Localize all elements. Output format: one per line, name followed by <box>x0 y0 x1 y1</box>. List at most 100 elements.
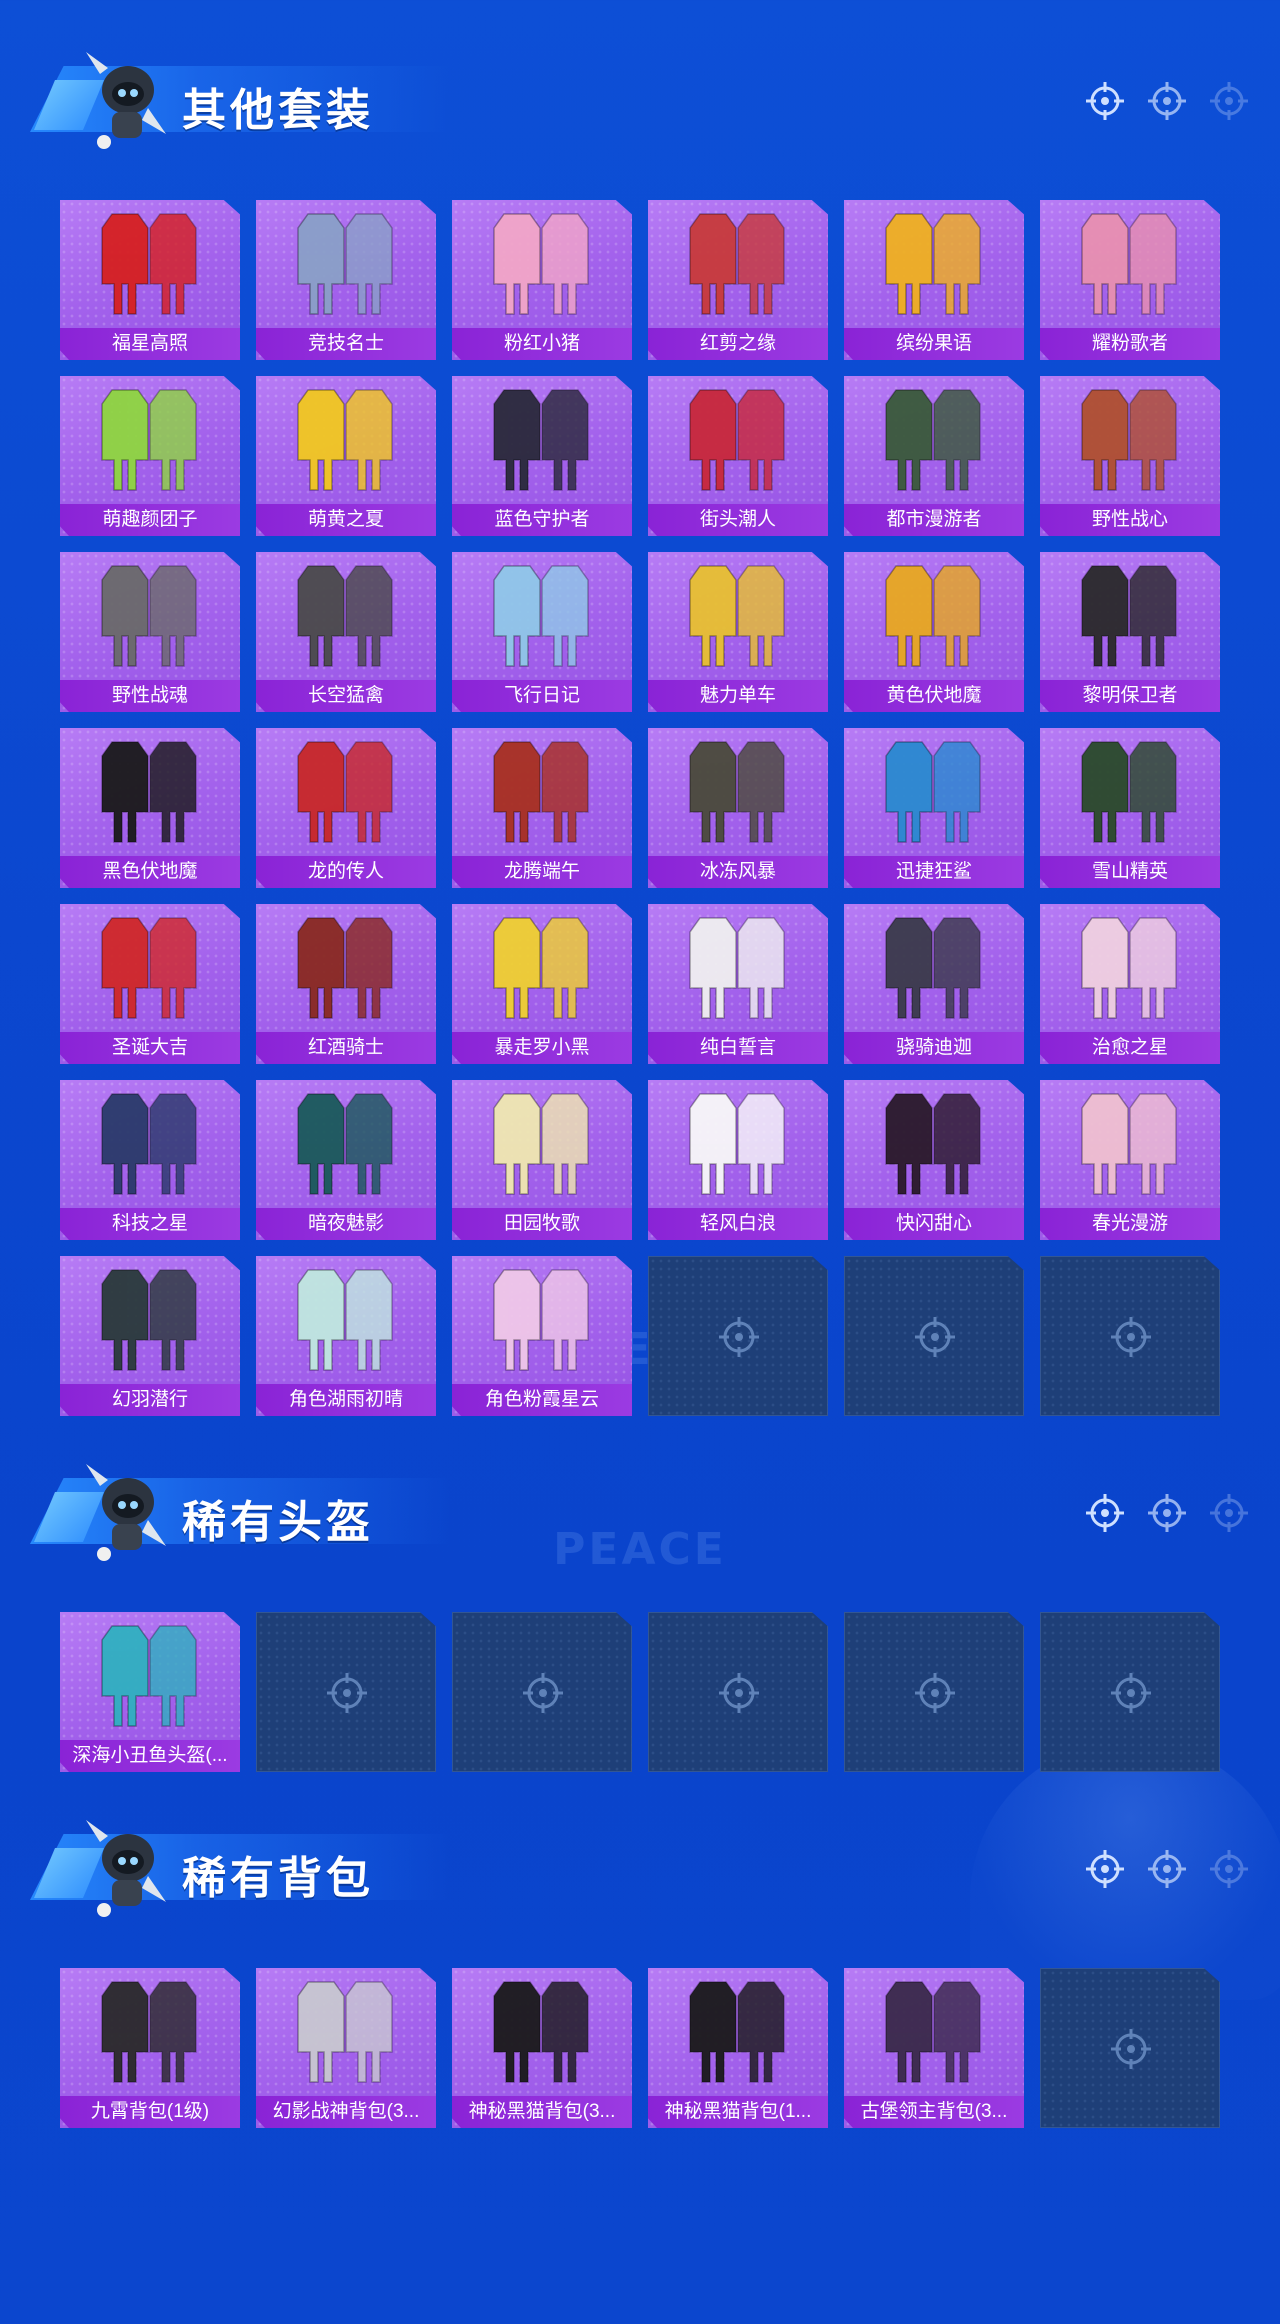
item-art-icon <box>493 1269 589 1371</box>
section-title: 其他套装 <box>182 85 374 136</box>
item-card[interactable]: 雪山精英 <box>1040 728 1220 888</box>
item-art-icon <box>297 565 393 667</box>
item-name-label: 神秘黑猫背包(1... <box>648 2096 828 2128</box>
item-card[interactable]: 缤纷果语 <box>844 200 1024 360</box>
item-card[interactable]: 黄色伏地魔 <box>844 552 1024 712</box>
item-card[interactable]: 九霄背包(1级) <box>60 1968 240 2128</box>
item-name-label: 神秘黑猫背包(3... <box>452 2096 632 2128</box>
item-name-label: 幻羽潜行 <box>60 1384 240 1416</box>
item-card[interactable]: 萌趣颜团子 <box>60 376 240 536</box>
item-art-icon <box>493 1093 589 1195</box>
item-name-label: 九霄背包(1级) <box>60 2096 240 2128</box>
item-card[interactable]: 幻羽潜行 <box>60 1256 240 1416</box>
empty-item-slot <box>1040 1256 1220 1416</box>
item-card[interactable]: 纯白誓言 <box>648 904 828 1064</box>
item-card[interactable]: 骁骑迪迦 <box>844 904 1024 1064</box>
item-name-label: 都市漫游者 <box>844 504 1024 536</box>
section-other-outfits: 其他套装 福星高照 竞技名士 粉红小猪 红剪之缘 缤纷果语 耀粉歌者萌趣颜团子 萌黄之夏 蓝色… <box>0 40 1280 1416</box>
item-card[interactable]: 街头潮人 <box>648 376 828 536</box>
item-card[interactable]: 古堡领主背包(3... <box>844 1968 1024 2128</box>
item-card[interactable]: 萌黄之夏 <box>256 376 436 536</box>
item-card[interactable]: 粉红小猪 <box>452 200 632 360</box>
item-name-label: 蓝色守护者 <box>452 504 632 536</box>
section-title: 稀有背包 <box>182 1853 374 1904</box>
item-card[interactable]: 暗夜魅影 <box>256 1080 436 1240</box>
item-card[interactable]: 角色粉霞星云 <box>452 1256 632 1416</box>
item-name-label: 迅捷狂鲨 <box>844 856 1024 888</box>
item-card[interactable]: 红剪之缘 <box>648 200 828 360</box>
section-header: 稀有背包 <box>0 1808 1280 1928</box>
item-art-icon <box>297 1269 393 1371</box>
item-card[interactable]: 都市漫游者 <box>844 376 1024 536</box>
item-card[interactable]: 神秘黑猫背包(3... <box>452 1968 632 2128</box>
item-name-label: 快闪甜心 <box>844 1208 1024 1240</box>
item-card[interactable]: 神秘黑猫背包(1... <box>648 1968 828 2128</box>
item-card[interactable]: 龙腾端午 <box>452 728 632 888</box>
item-name-label: 深海小丑鱼头盔(... <box>60 1740 240 1772</box>
item-art-icon <box>101 1625 197 1727</box>
item-grid: 九霄背包(1级) 幻影战神背包(3... 神秘黑猫背包(3... 神秘黑猫背包(1..… <box>60 1968 1220 2128</box>
item-art-icon <box>493 213 589 315</box>
item-art-icon <box>689 389 785 491</box>
empty-item-slot <box>844 1256 1024 1416</box>
item-card[interactable]: 龙的传人 <box>256 728 436 888</box>
item-name-label: 萌趣颜团子 <box>60 504 240 536</box>
item-art-icon <box>297 389 393 491</box>
item-name-label: 纯白誓言 <box>648 1032 828 1064</box>
item-name-label: 龙的传人 <box>256 856 436 888</box>
item-art-icon <box>101 1981 197 2083</box>
item-name-label: 古堡领主背包(3... <box>844 2096 1024 2128</box>
item-art-icon <box>885 1981 981 2083</box>
item-card[interactable]: 耀粉歌者 <box>1040 200 1220 360</box>
crosshair-icon <box>1086 1850 1124 1888</box>
item-card[interactable]: 角色湖雨初晴 <box>256 1256 436 1416</box>
item-grid: 福星高照 竞技名士 粉红小猪 红剪之缘 缤纷果语 耀粉歌者萌趣颜团子 萌黄之夏 蓝色守护者 街头… <box>60 200 1220 1416</box>
crosshair-icon <box>719 1673 759 1713</box>
item-card[interactable]: 春光漫游 <box>1040 1080 1220 1240</box>
item-card[interactable]: 治愈之星 <box>1040 904 1220 1064</box>
section-header: 稀有头盔 <box>0 1452 1280 1572</box>
item-card[interactable]: 黑色伏地魔 <box>60 728 240 888</box>
item-art-icon <box>885 213 981 315</box>
item-card[interactable]: 深海小丑鱼头盔(... <box>60 1612 240 1772</box>
section-rare-backpacks: 稀有背包 九霄背包(1级) 幻影战神背包(3... 神秘黑猫背包(3... 神秘黑猫背… <box>0 1808 1280 2128</box>
item-card[interactable]: 田园牧歌 <box>452 1080 632 1240</box>
item-art-icon <box>101 1093 197 1195</box>
item-art-icon <box>1081 389 1177 491</box>
item-card[interactable]: 野性战魂 <box>60 552 240 712</box>
item-card[interactable]: 魅力单车 <box>648 552 828 712</box>
item-card[interactable]: 圣诞大吉 <box>60 904 240 1064</box>
crosshair-icon <box>719 1317 759 1357</box>
item-card[interactable]: 暴走罗小黑 <box>452 904 632 1064</box>
crosshair-icon <box>1148 1494 1186 1532</box>
item-card[interactable]: 快闪甜心 <box>844 1080 1024 1240</box>
item-name-label: 暗夜魅影 <box>256 1208 436 1240</box>
item-name-label: 角色湖雨初晴 <box>256 1384 436 1416</box>
item-art-icon <box>1081 213 1177 315</box>
item-art-icon <box>1081 917 1177 1019</box>
item-name-label: 野性战心 <box>1040 504 1220 536</box>
item-card[interactable]: 幻影战神背包(3... <box>256 1968 436 2128</box>
item-card[interactable]: 科技之星 <box>60 1080 240 1240</box>
item-name-label: 萌黄之夏 <box>256 504 436 536</box>
item-art-icon <box>1081 1093 1177 1195</box>
item-name-label: 暴走罗小黑 <box>452 1032 632 1064</box>
item-card[interactable]: 迅捷狂鲨 <box>844 728 1024 888</box>
item-art-icon <box>689 917 785 1019</box>
item-card[interactable]: 黎明保卫者 <box>1040 552 1220 712</box>
item-card[interactable]: 福星高照 <box>60 200 240 360</box>
item-card[interactable]: 红酒骑士 <box>256 904 436 1064</box>
item-card[interactable]: 冰冻风暴 <box>648 728 828 888</box>
crosshair-icon <box>915 1317 955 1357</box>
item-card[interactable]: 竞技名士 <box>256 200 436 360</box>
item-card[interactable]: 长空猛禽 <box>256 552 436 712</box>
item-card[interactable]: 野性战心 <box>1040 376 1220 536</box>
item-card[interactable]: 飞行日记 <box>452 552 632 712</box>
header-target-icons <box>1084 80 1250 122</box>
item-art-icon <box>101 213 197 315</box>
item-card[interactable]: 蓝色守护者 <box>452 376 632 536</box>
item-card[interactable]: 轻风白浪 <box>648 1080 828 1240</box>
item-name-label: 骁骑迪迦 <box>844 1032 1024 1064</box>
empty-item-slot <box>1040 1612 1220 1772</box>
item-art-icon <box>297 1093 393 1195</box>
